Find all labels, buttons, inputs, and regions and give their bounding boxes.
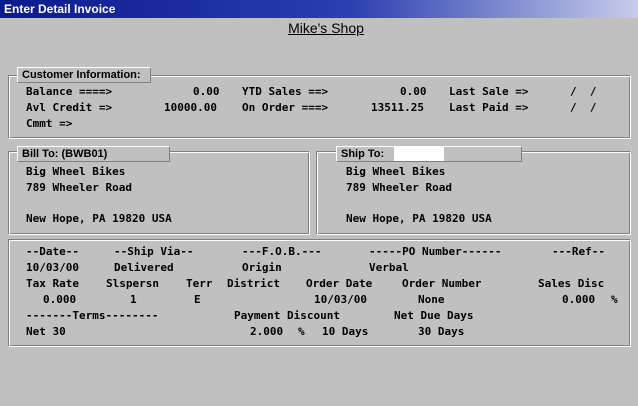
sales-discount-header: Sales Disc — [538, 277, 605, 290]
on-order-value: 13511.25 — [371, 101, 424, 114]
date-value[interactable]: 10/03/00 — [26, 261, 79, 275]
window-title: Enter Detail Invoice — [4, 2, 116, 16]
ship-to-city: New Hope, PA 19820 USA — [346, 212, 492, 225]
last-sale-value: / / — [570, 85, 597, 98]
ytd-sales-value: 0.00 — [400, 85, 427, 98]
fob-header: ---F.O.B.--- — [242, 245, 322, 258]
fob-value[interactable]: Origin — [242, 261, 282, 275]
ship-to-street: 789 Wheeler Road — [346, 181, 452, 194]
sales-discount-unit: % — [611, 293, 618, 306]
order-date-value[interactable]: 10/03/00 — [314, 293, 367, 307]
tax-rate-header: Tax Rate — [26, 277, 79, 290]
last-paid-value: / / — [570, 101, 597, 114]
balance-value: 0.00 — [193, 85, 220, 98]
territory-value[interactable]: E — [194, 293, 201, 307]
bill-to-street: 789 Wheeler Road — [26, 181, 132, 194]
ship-via-value[interactable]: Delivered — [114, 261, 174, 275]
ship-via-header: --Ship Via-- — [114, 245, 194, 258]
terms-value[interactable]: Net 30 — [26, 325, 66, 339]
ship-to-code-input[interactable] — [394, 147, 444, 161]
avl-credit-label: Avl Credit => — [26, 101, 113, 114]
order-date-header: Order Date — [306, 277, 373, 290]
net-due-days-header: Net Due Days — [394, 309, 474, 322]
ship-to-legend-label: Ship To: — [341, 148, 385, 160]
district-header: District — [227, 277, 280, 290]
payment-discount-header: Payment Discount — [234, 309, 340, 322]
customer-info-legend: Customer Information: — [17, 67, 151, 83]
ref-header: ---Ref-- — [552, 245, 605, 258]
po-number-value[interactable]: Verbal — [369, 261, 409, 275]
balance-label: Balance ====> — [26, 85, 113, 98]
title-bar: Enter Detail Invoice — [0, 0, 638, 18]
salesperson-value[interactable]: 1 — [130, 293, 137, 307]
avl-credit-value: 10000.00 — [164, 101, 217, 114]
net-due-days-value[interactable]: 30 Days — [418, 325, 464, 339]
bill-to-legend: Bill To: (BWB01) — [17, 146, 170, 162]
last-sale-label: Last Sale => — [449, 85, 529, 98]
on-order-label: On Order ===> — [242, 101, 329, 114]
bill-to-name: Big Wheel Bikes — [26, 165, 126, 178]
terms-header: -------Terms-------- — [26, 309, 159, 322]
ship-to-name: Big Wheel Bikes — [346, 165, 446, 178]
ytd-sales-label: YTD Sales ==> — [242, 85, 329, 98]
bill-to-city: New Hope, PA 19820 USA — [26, 212, 172, 225]
payment-discount-pct[interactable]: 2.000 — [250, 325, 283, 339]
date-header: --Date-- — [26, 245, 79, 258]
shop-name: Mike's Shop — [288, 20, 364, 36]
payment-discount-unit: % — [298, 325, 305, 338]
po-number-header: -----PO Number------ — [369, 245, 502, 258]
order-number-value[interactable]: None — [418, 293, 445, 307]
payment-discount-days[interactable]: 10 Days — [322, 325, 368, 339]
salesperson-header: Slspersn — [106, 277, 159, 290]
order-number-header: Order Number — [402, 277, 482, 290]
tax-rate-value[interactable]: 0.000 — [43, 293, 76, 307]
comment-label: Cmmt => — [26, 117, 73, 130]
last-paid-label: Last Paid => — [449, 101, 529, 114]
sales-discount-value[interactable]: 0.000 — [562, 293, 595, 307]
territory-header: Terr — [186, 277, 213, 290]
